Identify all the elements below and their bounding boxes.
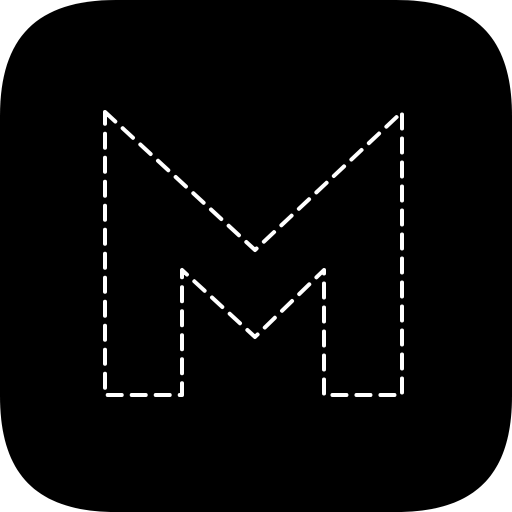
icon-background (0, 0, 512, 512)
app-icon[interactable] (0, 0, 512, 512)
icon-canvas (0, 0, 512, 512)
